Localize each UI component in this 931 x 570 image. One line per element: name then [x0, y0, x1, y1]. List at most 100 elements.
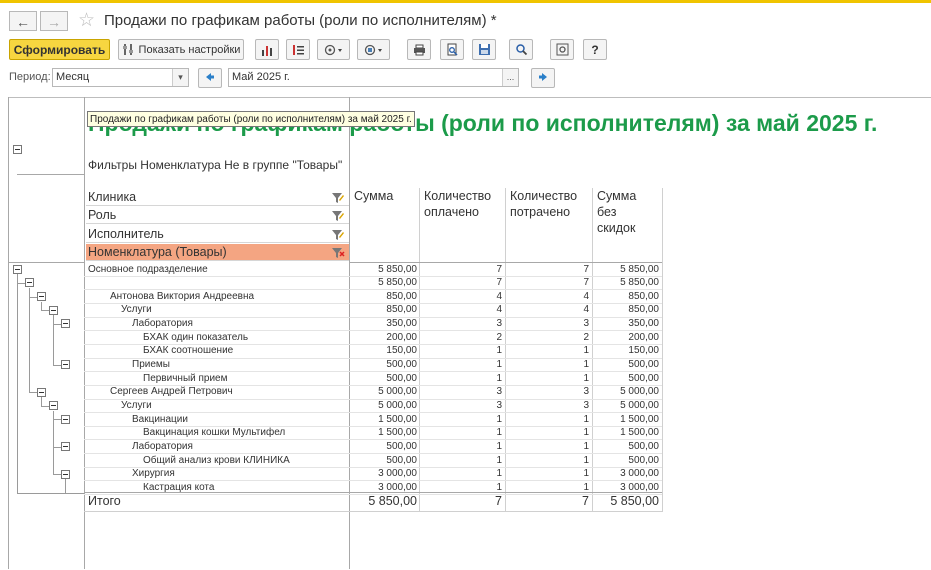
cell-spent: 4 — [583, 290, 589, 302]
table-row[interactable]: Первичный прием 500,00 1 1 500,00 — [0, 372, 931, 386]
cell-sum-no-discount: 500,00 — [628, 359, 659, 371]
table-row[interactable]: Сергеев Андрей Петрович 5 000,00 3 3 5 000,0… — [0, 385, 931, 399]
back-button[interactable]: ← — [9, 11, 37, 31]
table-row[interactable]: Приемы 500,00 1 1 500,00 — [0, 358, 931, 372]
help-icon: ? — [591, 42, 599, 57]
period-label: Период: — [9, 71, 51, 83]
cell-spent: 7 — [583, 263, 589, 275]
table-row[interactable]: Услуги 5 000,00 3 3 5 000,00 — [0, 399, 931, 413]
chevron-down-icon: ▾ — [178, 72, 183, 82]
cell-spent: 1 — [583, 454, 589, 466]
cell-paid: 3 — [496, 386, 502, 398]
generate-button[interactable]: Сформировать — [9, 39, 110, 60]
col-header-sum-no-discount: Сумма без скидок — [597, 189, 637, 235]
cell-sum-no-discount: 5 000,00 — [620, 386, 659, 398]
collapse-header-toggle[interactable] — [13, 145, 22, 154]
period-previous-button[interactable] — [198, 68, 222, 88]
period-type-value: Месяц — [56, 71, 90, 83]
table-row[interactable]: БХАК соотношение 150,00 1 1 150,00 — [0, 344, 931, 358]
period-type-dropdown-button[interactable]: ▾ — [172, 69, 188, 86]
cell-sum-no-discount: 1 500,00 — [620, 427, 659, 439]
cell-sum-no-discount: 3 000,00 — [620, 468, 659, 480]
cell-sum-no-discount: 500,00 — [628, 454, 659, 466]
col-header-spent: Количество потрачено — [510, 189, 578, 219]
sort-button[interactable] — [286, 39, 310, 60]
settings-wrench-icon — [122, 43, 135, 56]
period-type-select[interactable]: Месяц — [52, 68, 189, 87]
period-value-field[interactable]: Май 2025 г. — [228, 68, 519, 87]
cell-paid: 1 — [496, 427, 502, 439]
cell-sum-no-discount: 150,00 — [628, 345, 659, 357]
cell-sum: 5 850,00 — [378, 263, 417, 275]
save-variant-icon — [364, 44, 384, 56]
print-button[interactable] — [407, 39, 431, 60]
chart-button[interactable] — [255, 39, 279, 60]
forward-arrow-icon: → — [47, 14, 61, 30]
dimension-nomenclature[interactable]: Номенклатура (Товары) — [86, 244, 349, 261]
total-sum: 5 850,00 — [368, 494, 417, 508]
table-row[interactable]: Лаборатория 500,00 1 1 500,00 — [0, 440, 931, 454]
row-name: Общий анализ крови КЛИНИКА — [143, 454, 290, 466]
cell-sum: 500,00 — [386, 372, 417, 384]
table-row[interactable]: Общий анализ крови КЛИНИКА 500,00 1 1 500,00 — [0, 454, 931, 468]
show-settings-button[interactable]: Показать настройки — [118, 39, 244, 60]
favorite-star-icon[interactable]: ☆ — [78, 9, 95, 32]
save-variant-dropdown-button[interactable] — [357, 39, 390, 60]
row-name: Сергеев Андрей Петрович — [110, 386, 233, 398]
filter-edit-icon[interactable] — [331, 209, 345, 227]
table-row[interactable]: Лаборатория 350,00 3 3 350,00 — [0, 317, 931, 331]
table-row[interactable]: 5 850,00 7 7 5 850,00 — [0, 276, 931, 290]
cell-paid: 1 — [496, 413, 502, 425]
period-select-button[interactable]: ... — [502, 69, 518, 86]
cell-sum-no-discount: 5 000,00 — [620, 400, 659, 411]
dimension-role[interactable]: Роль — [86, 207, 349, 224]
find-button[interactable] — [509, 39, 533, 60]
cell-paid: 2 — [496, 331, 502, 343]
cell-sum-no-discount: 5 850,00 — [620, 277, 659, 289]
total-paid: 7 — [495, 494, 502, 508]
total-bottom-line — [84, 511, 662, 512]
preview-button[interactable] — [440, 39, 464, 60]
floppy-disk-icon — [478, 43, 491, 56]
filter-remove-icon[interactable] — [331, 246, 345, 264]
dimension-role-label: Роль — [88, 208, 117, 222]
table-row[interactable]: БХАК один показатель 200,00 2 2 200,00 — [0, 331, 931, 345]
forward-button[interactable]: → — [40, 11, 68, 31]
table-row[interactable]: Вакцинация кошки Мультифел 1 500,00 1 1 1 50… — [0, 426, 931, 440]
table-row[interactable]: Хирургия 3 000,00 1 1 3 000,00 — [0, 467, 931, 481]
table-row[interactable]: Услуги 850,00 4 4 850,00 — [0, 303, 931, 317]
help-button[interactable]: ? — [583, 39, 607, 60]
dimension-clinic-label: Клиника — [88, 190, 137, 204]
dimension-clinic[interactable]: Клиника — [86, 189, 349, 206]
row-name: Лаборатория — [132, 318, 193, 330]
table-row[interactable]: Основное подразделение 5 850,00 7 7 5 850,00 — [0, 263, 931, 277]
dimension-executor[interactable]: Исполнитель — [86, 226, 349, 243]
cell-paid: 3 — [496, 400, 502, 411]
cell-paid: 4 — [496, 304, 502, 316]
settings-variant-icon — [324, 44, 344, 56]
row-name: Антонова Виктория Андреевна — [110, 290, 255, 302]
ellipsis-icon: ... — [506, 72, 515, 82]
cell-spent: 1 — [583, 413, 589, 425]
cell-sum: 150,00 — [386, 345, 417, 357]
row-name: Вакцинация кошки Мультифел — [143, 427, 286, 439]
row-name: Хирургия — [132, 468, 175, 480]
cell-spent: 1 — [583, 468, 589, 480]
table-row[interactable]: Антонова Виктория Андреевна 850,00 4 4 850,0… — [0, 290, 931, 304]
period-value: Май 2025 г. — [232, 71, 290, 83]
col-header-sum: Сумма — [354, 189, 394, 203]
window-title: Продажи по графикам работы (роли по испо… — [104, 12, 497, 29]
cell-sum: 850,00 — [386, 290, 417, 302]
cell-sum: 1 500,00 — [378, 413, 417, 425]
period-next-button[interactable] — [531, 68, 555, 88]
total-label: Итого — [88, 494, 121, 508]
table-row[interactable]: Вакцинации 1 500,00 1 1 1 500,00 — [0, 413, 931, 427]
save-button[interactable] — [472, 39, 496, 60]
total-spent: 7 — [582, 494, 589, 508]
row-name: Лаборатория — [132, 440, 193, 452]
variant-dropdown-button[interactable] — [317, 39, 350, 60]
cell-sum: 500,00 — [386, 359, 417, 371]
cell-sum: 500,00 — [386, 454, 417, 466]
more-actions-button[interactable] — [550, 39, 574, 60]
row-name: БХАК один показатель — [143, 331, 249, 343]
